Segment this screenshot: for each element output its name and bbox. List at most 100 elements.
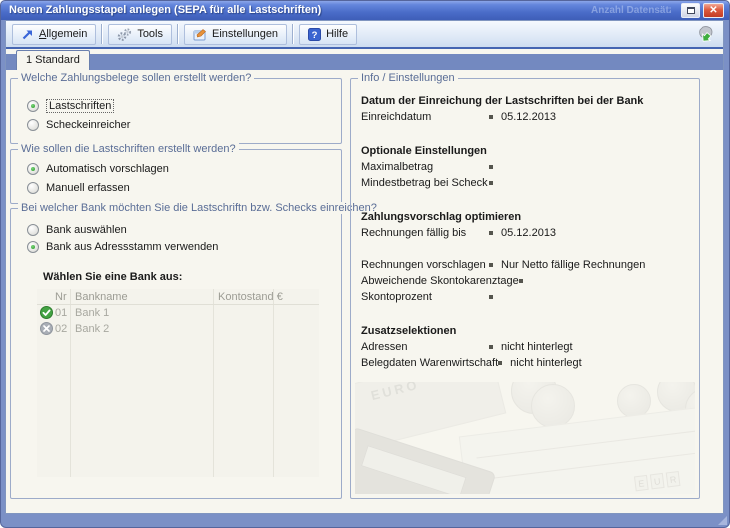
radio-bank-adressstamm-label: Bank aus Adressstamm verwenden [46, 241, 218, 253]
radio-lastschriften-label: Lastschriften [46, 99, 114, 113]
einstellungen-button[interactable]: Einstellungen [184, 24, 287, 45]
field-label: Adressen [361, 341, 489, 353]
field-skontoprozent: Skontoprozent [361, 289, 693, 305]
coin-graphic [685, 388, 695, 430]
exit-button[interactable] [693, 23, 717, 45]
field-label: Maximalbetrag [361, 161, 489, 173]
window-title: Neuen Zahlungsstapel anlegen (SEPA für a… [9, 4, 321, 16]
field-belegdaten: Belegdaten Warenwirtschaft nicht hinterl… [361, 355, 693, 371]
allgemein-button[interactable]: Allgemein [12, 24, 96, 45]
group-info-einstellungen: Info / Einstellungen Datum der Einreichu… [350, 78, 700, 499]
allgemein-label: Allgemein [39, 28, 87, 40]
field-value[interactable]: Nur Netto fällige Rechnungen [501, 259, 645, 271]
coin-graphic [617, 384, 651, 418]
group-bankauswahl-title: Bei welcher Bank möchten Sie die Lastsch… [18, 202, 380, 214]
einstellungen-label: Einstellungen [212, 28, 278, 40]
toolbar-separator [292, 24, 294, 44]
table-row-bank1[interactable]: 01 Bank 1 [37, 305, 319, 321]
radio-scheckeinreicher-label: Scheckeinreicher [46, 119, 130, 131]
cell-name: Bank 2 [75, 323, 109, 335]
radio-automatisch[interactable]: Automatisch vorschlagen [27, 162, 169, 176]
section-heading-zahlungsvorschlag: Zahlungsvorschlag optimieren [361, 209, 693, 225]
section-heading-optionale: Optionale Einstellungen [361, 143, 693, 159]
svg-text:?: ? [312, 30, 318, 41]
header-bankname[interactable]: Bankname [75, 291, 128, 303]
field-mindestbetrag: Mindestbetrag bei Scheck [361, 175, 693, 191]
calculator-graphic [355, 427, 496, 494]
cell-nr: 02 [55, 323, 67, 335]
tab-strip [6, 54, 723, 70]
banknote-graphic: 0 EURO [355, 382, 506, 457]
radio-icon[interactable] [27, 119, 39, 131]
radio-bank-auswaehlen[interactable]: Bank auswählen [27, 223, 127, 237]
tab-standard-label: 1 Standard [26, 54, 80, 66]
resize-grip[interactable] [718, 516, 727, 525]
header-kontostand[interactable]: Kontostand € [218, 291, 283, 303]
field-value[interactable]: nicht hinterlegt [501, 341, 573, 353]
restore-button[interactable] [681, 3, 700, 18]
field-skontokarenztage: Abweichende Skontokarenztage [361, 273, 693, 289]
field-value[interactable]: nicht hinterlegt [510, 357, 582, 369]
radio-icon-selected[interactable] [27, 163, 39, 175]
tab-standard[interactable]: 1 Standard [16, 50, 90, 70]
radio-icon-selected[interactable] [27, 241, 39, 253]
group-erstellart-title: Wie sollen die Lastschriften erstellt we… [18, 143, 239, 155]
settings-icon [193, 28, 207, 41]
field-label: Belegdaten Warenwirtschaft [361, 357, 498, 369]
tools-button[interactable]: Tools [108, 24, 172, 45]
header-nr[interactable]: Nr [55, 291, 67, 303]
radio-icon-selected[interactable] [27, 100, 39, 112]
cell-nr: 01 [55, 307, 67, 319]
bullet-icon [489, 115, 493, 119]
field-rechnungen-faellig: Rechnungen fällig bis 05.12.2013 [361, 225, 693, 241]
radio-manuell[interactable]: Manuell erfassen [27, 181, 130, 195]
radio-bank-adressstamm[interactable]: Bank aus Adressstamm verwenden [27, 240, 218, 254]
field-label: Rechnungen vorschlagen [361, 259, 489, 271]
bullet-icon [489, 263, 493, 267]
bank-list-caption: Wählen Sie eine Bank aus: [43, 271, 182, 283]
radio-lastschriften[interactable]: Lastschriften [27, 99, 114, 113]
eur-tile: E [634, 475, 649, 491]
toolbar: Allgemein Tools Einstellungen [6, 21, 723, 49]
bullet-icon [489, 181, 493, 185]
field-value[interactable]: 05.12.2013 [501, 227, 556, 239]
eur-tile: U [650, 473, 665, 489]
radio-icon[interactable] [27, 224, 39, 236]
cell-name: Bank 1 [75, 307, 109, 319]
bank-table-header[interactable]: Nr Bankname Kontostand € [37, 289, 319, 305]
field-einreichdatum: Einreichdatum 05.12.2013 [361, 109, 693, 125]
field-label: Rechnungen fällig bis [361, 227, 489, 239]
radio-manuell-label: Manuell erfassen [46, 182, 130, 194]
field-value[interactable]: 05.12.2013 [501, 111, 556, 123]
client-area: Allgemein Tools Einstellungen [5, 20, 724, 514]
radio-icon[interactable] [27, 182, 39, 194]
close-button[interactable]: ✕ [703, 3, 724, 18]
radio-automatisch-label: Automatisch vorschlagen [46, 163, 169, 175]
group-zahlungsbelege: Welche Zahlungsbelege sollen erstellt we… [10, 78, 342, 144]
gears-icon [117, 28, 132, 41]
field-label: Mindestbetrag bei Scheck [361, 177, 489, 189]
title-bar[interactable]: Neuen Zahlungsstapel anlegen (SEPA für a… [1, 1, 729, 20]
bullet-icon [489, 345, 493, 349]
radio-scheckeinreicher[interactable]: Scheckeinreicher [27, 118, 130, 132]
field-label: Abweichende Skontokarenztage [361, 275, 519, 287]
bullet-icon [519, 279, 523, 283]
info-content: Datum der Einreichung der Lastschriften … [361, 79, 693, 371]
radio-bank-auswaehlen-label: Bank auswählen [46, 224, 127, 236]
group-zahlungsbelege-title: Welche Zahlungsbelege sollen erstellt we… [18, 72, 254, 84]
title-faint-text: Anzahl Datensätze [591, 5, 671, 16]
field-adressen: Adressen nicht hinterlegt [361, 339, 693, 355]
field-maximalbetrag: Maximalbetrag [361, 159, 693, 175]
check-icon [40, 306, 53, 319]
tools-label: Tools [137, 28, 163, 40]
table-row-bank2[interactable]: 02 Bank 2 [37, 321, 319, 337]
hilfe-button[interactable]: ? Hilfe [299, 24, 357, 45]
close-icon: ✕ [709, 6, 717, 16]
restore-icon [687, 7, 695, 14]
hilfe-label: Hilfe [326, 28, 348, 40]
group-erstellart: Wie sollen die Lastschriften erstellt we… [10, 149, 342, 204]
field-label: Einreichdatum [361, 111, 489, 123]
bullet-icon [489, 295, 493, 299]
field-rechnungen-vorschlagen: Rechnungen vorschlagen Nur Netto fällige… [361, 257, 693, 273]
transfer-form-graphic: E U R [459, 382, 695, 494]
